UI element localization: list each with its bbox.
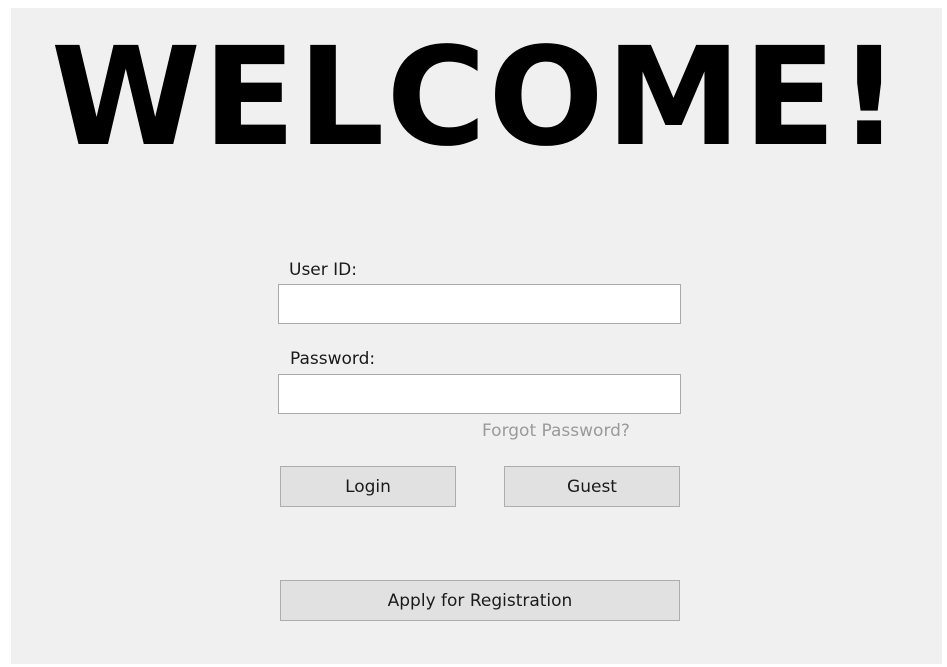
password-label: Password: xyxy=(290,349,376,369)
forgot-password-link[interactable]: Forgot Password? xyxy=(482,421,630,441)
login-button[interactable]: Login xyxy=(280,466,456,507)
apply-registration-button[interactable]: Apply for Registration xyxy=(280,580,680,621)
user-id-input[interactable] xyxy=(278,284,681,324)
guest-button[interactable]: Guest xyxy=(504,466,680,507)
password-input[interactable] xyxy=(278,374,681,414)
user-id-label: User ID: xyxy=(289,260,357,280)
welcome-heading: WELCOME! xyxy=(50,19,903,177)
login-window: WELCOME! User ID: Password: Forgot Passw… xyxy=(11,8,942,664)
